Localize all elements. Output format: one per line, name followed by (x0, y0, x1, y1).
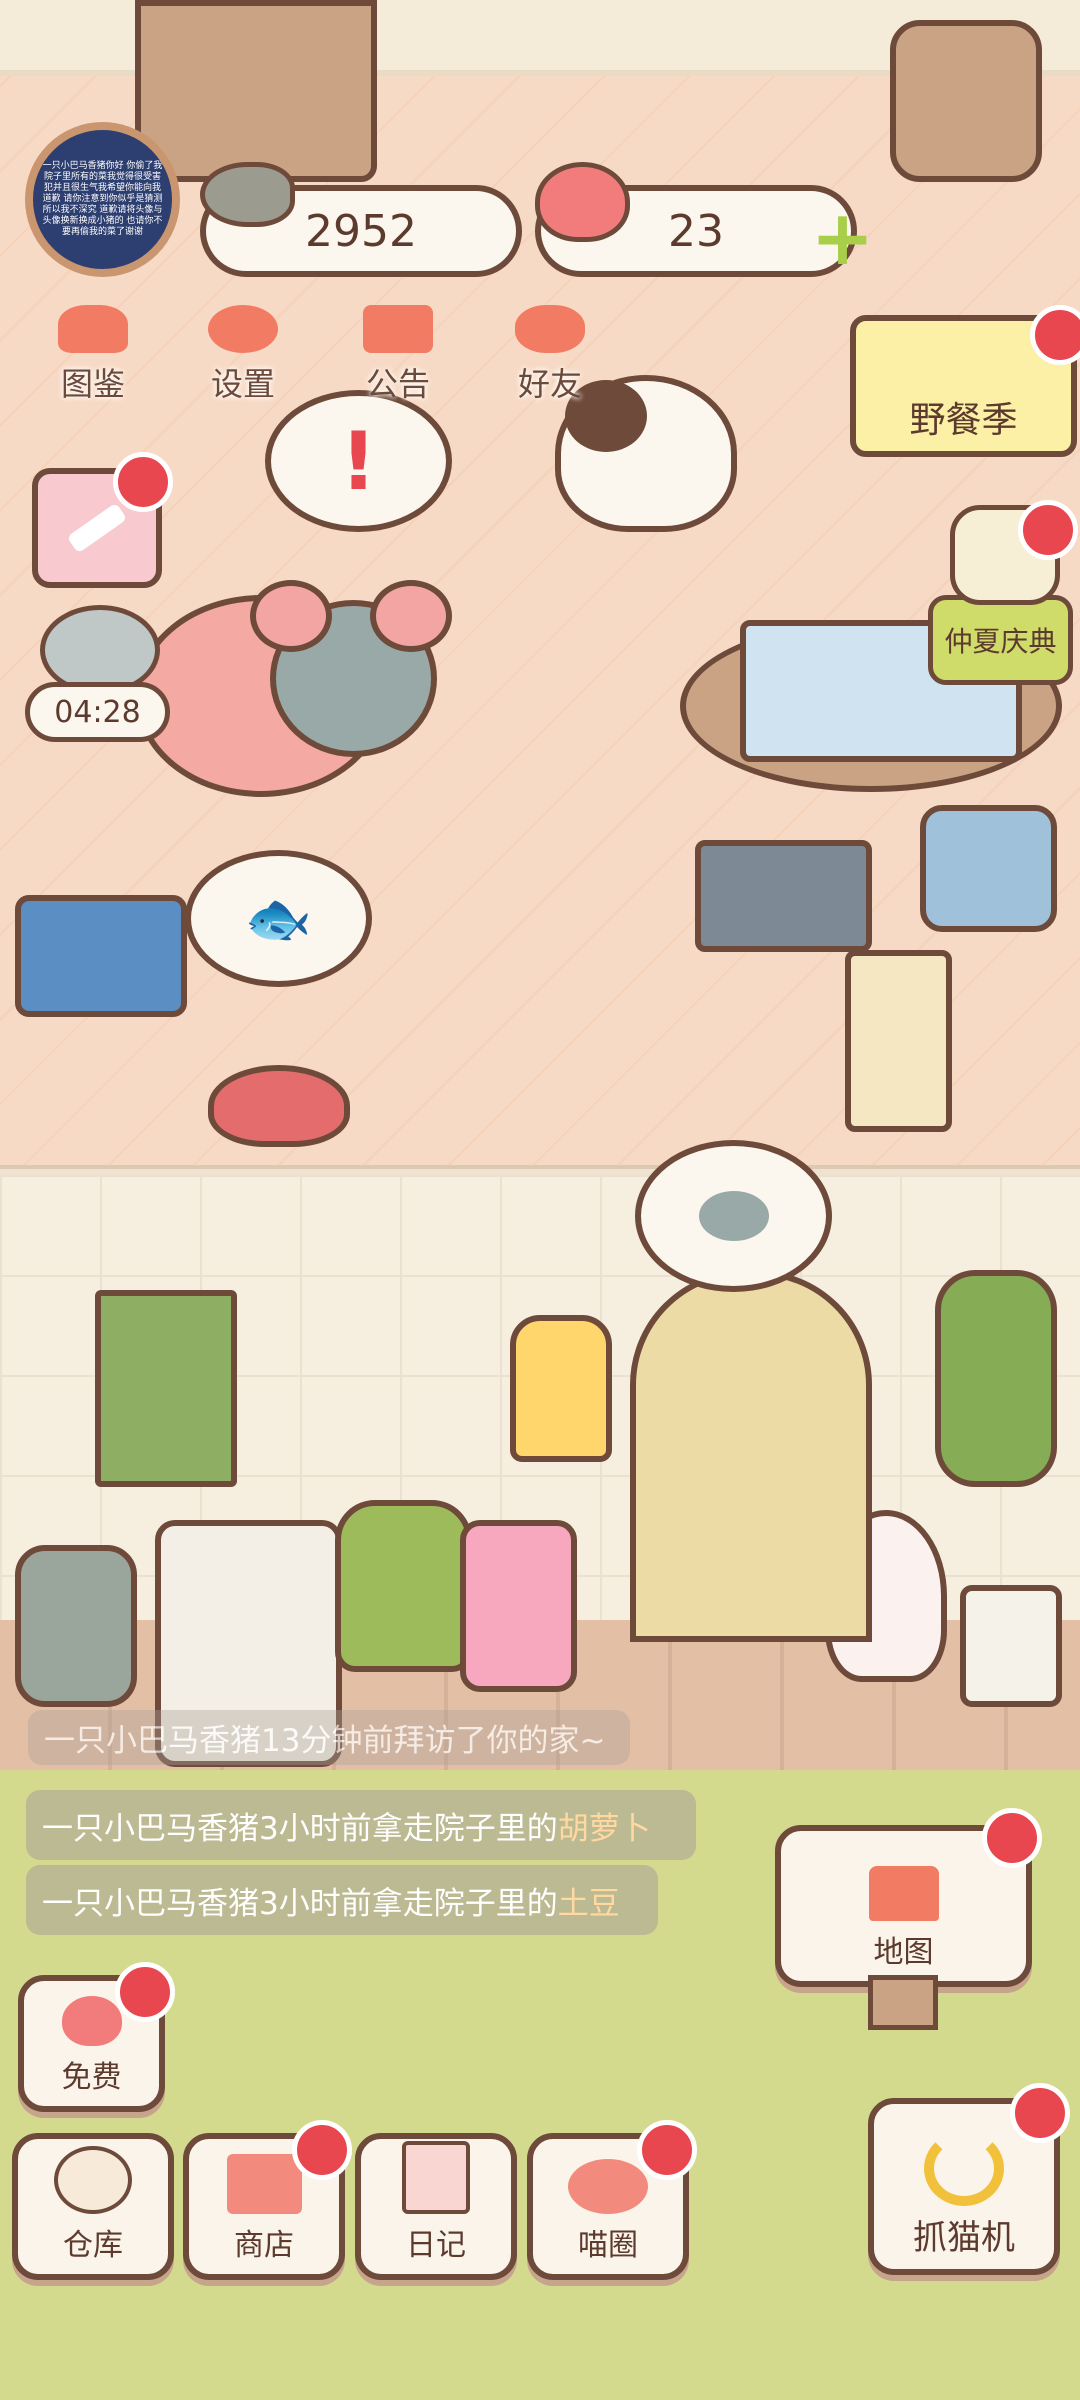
diary-button[interactable]: 日记 (355, 2133, 517, 2280)
menu-announcements[interactable]: 公告 (343, 305, 453, 405)
add-hearts-button[interactable]: + (810, 192, 875, 282)
warehouse-icon (54, 2146, 132, 2214)
map-label: 地图 (873, 1935, 934, 1970)
picnic-event-label: 野餐季 (909, 400, 1018, 441)
scratching-post (845, 950, 952, 1132)
menu-friends-label: 好友 (517, 365, 582, 403)
feed-item-visit: 一只小巴马香猪13分钟前拜访了你的家~ (28, 1710, 630, 1765)
menu-settings[interactable]: 设置 (188, 305, 298, 405)
blue-bag (15, 895, 187, 1017)
hanging-plant (935, 1270, 1057, 1487)
diary-icon (402, 2141, 470, 2214)
shop-label: 商店 (234, 2228, 294, 2263)
circle-label: 喵圈 (578, 2228, 638, 2263)
festival-event-label: 仲夏庆典 (944, 625, 1057, 658)
menu-catalog-label: 图鉴 (60, 365, 125, 403)
menu-friends[interactable]: 好友 (495, 305, 605, 405)
mouse-icon (698, 1191, 769, 1241)
map-sign-post (868, 1975, 938, 2030)
feed-item-2-highlight: 胡萝卜 (557, 1810, 651, 1847)
claw-machine-badge (1010, 2083, 1070, 2143)
lantern (510, 1315, 612, 1462)
mouse-ear-right (370, 580, 452, 652)
feed-text-2: 一只小巴马香猪3小时前拿走院子里的 (42, 1810, 558, 1847)
map-badge (982, 1808, 1042, 1868)
mouse-timer[interactable]: 04:28 (25, 682, 170, 742)
free-label: 免费 (61, 2060, 122, 2095)
mouse-ear-left (250, 580, 332, 652)
house-icon (868, 1866, 939, 1921)
cat-bowl (208, 1065, 350, 1147)
feed-item-carrot: 一只小巴马香猪3小时前拿走院子里的 胡萝卜 (26, 1790, 696, 1860)
shop-badge (292, 2120, 352, 2180)
feed-text-1: 一只小巴马香猪13分钟前拜访了你的家~ (44, 1723, 606, 1759)
menu-catalog[interactable]: 图鉴 (38, 305, 148, 405)
heart-icon (61, 1996, 122, 2046)
wooden-chair (890, 20, 1042, 182)
shop-icon (226, 2154, 302, 2214)
plus-icon: + (810, 192, 875, 282)
exclamation-icon: ! (340, 414, 377, 508)
menu-settings-label: 设置 (210, 365, 275, 403)
menu-announcements-label: 公告 (365, 365, 430, 403)
fish-count: 2952 (305, 205, 417, 257)
feed-item-3-highlight: 土豆 (557, 1885, 620, 1922)
panda-scroll (95, 1290, 237, 1487)
warehouse-label: 仓库 (63, 2228, 123, 2263)
warehouse-button[interactable]: 仓库 (12, 2133, 174, 2280)
avatar-text: 一只小巴马香猪你好 你偷了我院子里所有的菜我觉得很受害犯并且很生气我希望你能向我… (42, 161, 163, 237)
diary-label: 日记 (406, 2228, 466, 2263)
heart-count: 23 (668, 205, 724, 257)
free-badge (115, 1962, 175, 2022)
pencil-icon (66, 502, 128, 554)
circle-badge (637, 2120, 697, 2180)
feed-text-3: 一只小巴马香猪3小时前拿走院子里的 (42, 1885, 558, 1922)
gift-icon (363, 305, 433, 353)
frog-plant (335, 1500, 472, 1672)
tulip-pot (15, 1545, 137, 1707)
avatar[interactable]: 一只小巴马香猪你好 你偷了我院子里所有的菜我觉得很受害犯并且很生气我希望你能向我… (25, 122, 180, 277)
cat-book-icon (58, 305, 128, 353)
heart-currency-icon (535, 162, 630, 242)
mouse-bubble[interactable] (635, 1140, 832, 1292)
festival-event-button[interactable]: 仲夏庆典 (928, 595, 1073, 685)
flower-pot (460, 1520, 577, 1692)
fish-request-bubble[interactable]: 🐟 (185, 850, 372, 987)
fish-currency-icon (200, 162, 295, 227)
timer-text: 04:28 (54, 694, 141, 730)
stove (695, 840, 872, 952)
blue-toaster (920, 805, 1057, 932)
festival-badge (1018, 500, 1078, 560)
cabinet (135, 0, 377, 182)
notes-badge (113, 452, 173, 512)
umbrella-stand (960, 1585, 1062, 1707)
fish-icon: 🐟 (244, 886, 313, 950)
friends-icon (515, 305, 585, 353)
claw-machine-label: 抓猫机 (913, 2218, 1015, 2258)
doorway (630, 1270, 872, 1642)
cat-planet-icon (568, 2159, 648, 2214)
gear-icon (208, 305, 278, 353)
feed-item-potato: 一只小巴马香猪3小时前拿走院子里的 土豆 (26, 1865, 658, 1935)
claw-icon (924, 2131, 1004, 2206)
alert-bubble[interactable]: ! (265, 390, 452, 532)
